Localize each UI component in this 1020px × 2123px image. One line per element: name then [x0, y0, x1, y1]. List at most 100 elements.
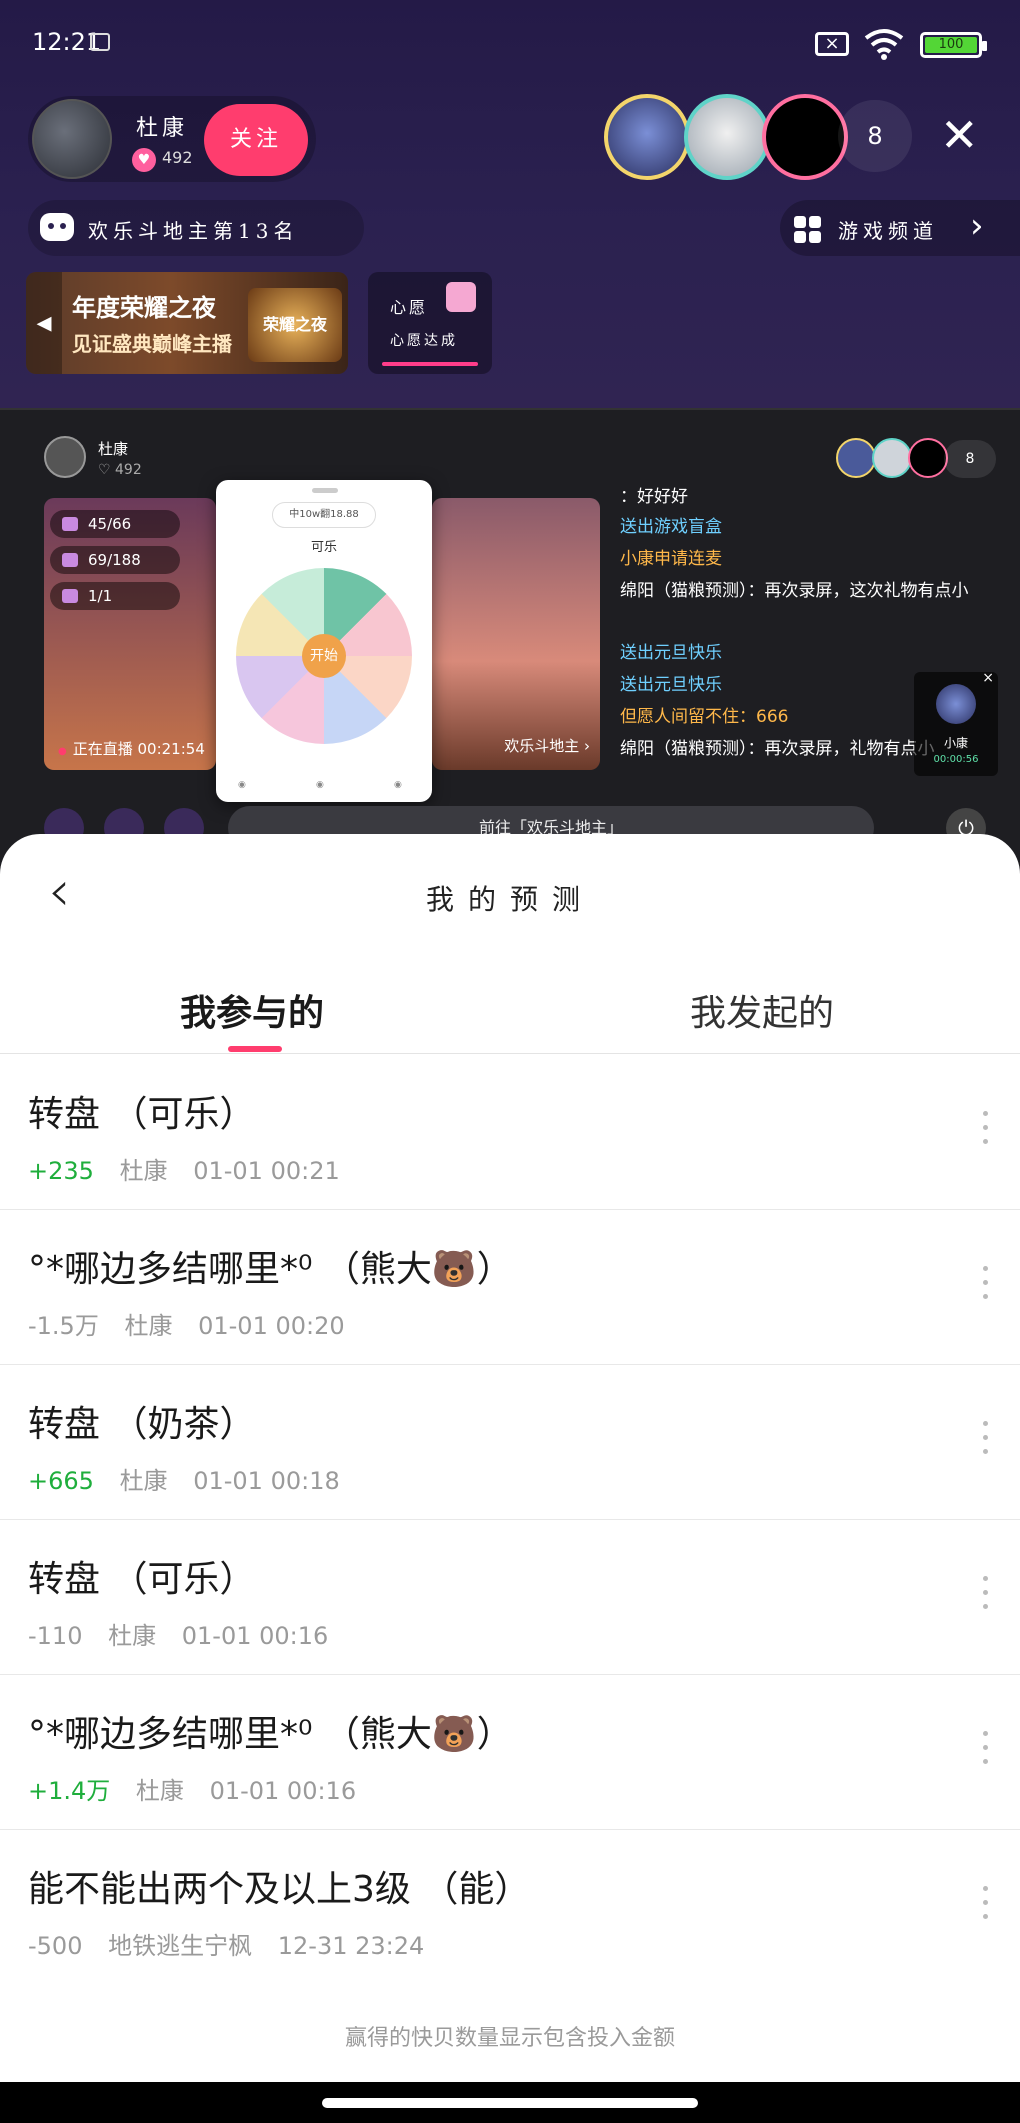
home-indicator-bar	[0, 2082, 1020, 2123]
prediction-amount: -1.5万	[28, 1312, 99, 1340]
tab-initiated[interactable]: 我发起的	[690, 984, 834, 1036]
chat-line: ：好好好	[620, 487, 688, 507]
prediction-user: 杜康	[119, 1157, 168, 1185]
prediction-item[interactable]: 能不能出两个及以上3级 （能） -500 地铁逃生宁枫 12-31 23:24	[0, 1830, 1020, 1985]
mini-cam-name: 小康	[943, 736, 968, 750]
rank-text: 欢乐斗地主第13名	[88, 219, 299, 243]
banner-title: 年度荣耀之夜	[72, 294, 216, 322]
viewer-avatar[interactable]	[762, 94, 848, 180]
prediction-meta: +1.4万 杜康 01-01 00:16	[28, 1771, 374, 1806]
event-banner[interactable]: ◂ 年度荣耀之夜 见证盛典巅峰主播 荣耀之夜	[26, 272, 348, 374]
prediction-time: 01-01 00:21	[193, 1157, 340, 1185]
sim-off-icon: ×	[815, 32, 849, 56]
wheel-popup: 中10w翻18.88 可乐 开始 ◉ ◉ ◉	[216, 480, 432, 802]
battery-level: 100	[925, 37, 977, 53]
wish-subtitle: 心愿达成	[390, 333, 458, 349]
wheel-start: 开始	[302, 634, 346, 678]
gamepad-icon	[40, 213, 74, 241]
close-icon[interactable]: ✕	[940, 112, 979, 158]
prediction-user: 杜康	[135, 1777, 184, 1805]
prediction-user: 杜康	[119, 1467, 168, 1495]
wish-widget[interactable]: 心愿 心愿达成	[368, 272, 492, 374]
viewer-count[interactable]: 8	[838, 100, 912, 172]
viewer-avatar[interactable]	[604, 94, 690, 180]
channel-text: 游戏频道	[838, 219, 938, 243]
prediction-title: 转盘 （可乐）	[28, 1094, 256, 1135]
stat-pill: 45/66	[50, 510, 180, 538]
prediction-item[interactable]: °*哪边多结哪里*⁰ （熊大🐻） -1.5万 杜康 01-01 00:20	[0, 1210, 1020, 1365]
prediction-meta: +235 杜康 01-01 00:21	[28, 1151, 358, 1186]
prediction-title: 能不能出两个及以上3级 （能）	[28, 1869, 531, 1910]
prediction-time: 12-31 23:24	[277, 1932, 425, 1960]
prediction-time: 01-01 00:20	[198, 1312, 345, 1340]
notification-icon	[90, 33, 110, 51]
prediction-meta: -110 杜康 01-01 00:16	[28, 1616, 346, 1651]
host-likes: 492	[162, 148, 193, 167]
chat-line: 小康申请连麦	[620, 549, 722, 569]
prediction-title: °*哪边多结哪里*⁰ （熊大🐻）	[28, 1714, 513, 1755]
rank-badge[interactable]: 欢乐斗地主第13名	[28, 200, 364, 256]
prediction-time: 01-01 00:16	[209, 1777, 357, 1805]
more-options-icon[interactable]	[976, 1731, 996, 1775]
wifi-icon	[864, 29, 904, 60]
tab-indicator	[228, 1046, 282, 1052]
prediction-title: °*哪边多结哪里*⁰ （熊大🐻）	[28, 1249, 513, 1290]
more-options-icon[interactable]	[976, 1111, 996, 1155]
host-avatar[interactable]	[32, 99, 112, 179]
gift-icon	[446, 282, 476, 312]
more-options-icon[interactable]	[976, 1886, 996, 1930]
prediction-item[interactable]: 转盘 （奶茶） +665 杜康 01-01 00:18	[0, 1365, 1020, 1520]
chat-line: 送出游戏盲盒	[620, 517, 722, 537]
prediction-amount: -110	[28, 1622, 83, 1650]
game-scene-left: 45/66 69/188 1/1 正在直播 00:21:54	[44, 498, 216, 770]
game-channel-button[interactable]: 游戏频道 ›	[780, 200, 1020, 256]
prediction-user: 杜康	[108, 1622, 157, 1650]
live-room-header: 12:21 × 100 杜康 ♥ 492 关注 8 ✕ 欢乐斗地主第13名 游戏…	[0, 0, 1020, 408]
viewer-avatar[interactable]	[684, 94, 770, 180]
mini-cam-time: 00:00:56	[933, 754, 979, 765]
more-options-icon[interactable]	[976, 1576, 996, 1620]
prediction-meta: +665 杜康 01-01 00:18	[28, 1461, 358, 1496]
stat-pill: 69/188	[50, 546, 180, 574]
prediction-time: 01-01 00:16	[181, 1622, 329, 1650]
prediction-amount: -500	[28, 1932, 83, 1960]
prediction-meta: -500 地铁逃生宁枫 12-31 23:24	[28, 1926, 442, 1961]
prediction-item[interactable]: 转盘 （可乐） +235 杜康 01-01 00:21	[0, 1055, 1020, 1210]
wheel-tab-icon: ◉	[394, 780, 402, 790]
tab-participated[interactable]: 我参与的	[180, 984, 324, 1036]
sheet-title: 我的预测	[425, 883, 594, 916]
wheel-prize: 中10w翻18.88	[272, 502, 376, 528]
more-options-icon[interactable]	[976, 1421, 996, 1465]
chevron-left-icon[interactable]: ◂	[26, 272, 62, 374]
stream-viewer-avatar	[872, 438, 912, 478]
prediction-amount: +1.4万	[28, 1777, 111, 1805]
prediction-item[interactable]: 转盘 （可乐） -110 杜康 01-01 00:16	[0, 1520, 1020, 1675]
mini-cam-avatar	[936, 684, 976, 724]
prediction-meta: -1.5万 杜康 01-01 00:20	[28, 1306, 363, 1341]
banner-subtitle: 见证盛典巅峰主播	[72, 332, 232, 356]
wish-progress	[382, 362, 478, 366]
prediction-time: 01-01 00:18	[193, 1467, 340, 1495]
close-icon: ×	[982, 670, 994, 686]
chat-line: 送出元旦快乐	[620, 643, 722, 663]
drag-handle	[312, 488, 338, 493]
game-scene-right: 欢乐斗地主 ›	[432, 498, 600, 770]
prediction-user: 杜康	[124, 1312, 173, 1340]
prediction-item[interactable]: °*哪边多结哪里*⁰ （熊大🐻） +1.4万 杜康 01-01 00:16	[0, 1675, 1020, 1830]
chat-line: 绵阳（猫粮预测）：再次录屏，这次礼物有点小	[620, 581, 969, 601]
wheel-tabs: ◉ ◉ ◉	[216, 772, 432, 796]
wheel-tab-icon: ◉	[316, 780, 324, 790]
stream-viewer-avatar	[836, 438, 876, 478]
follow-button[interactable]: 关注	[204, 104, 308, 176]
more-options-icon[interactable]	[976, 1266, 996, 1310]
tab-bar: 我参与的 我发起的	[0, 954, 1020, 1054]
heart-icon: ♥	[132, 148, 156, 172]
home-indicator[interactable]	[322, 2098, 698, 2108]
chevron-right-icon: ›	[970, 206, 984, 246]
game-label: 欢乐斗地主 ›	[504, 737, 590, 755]
battery-icon: 100	[920, 32, 987, 58]
prediction-amount: +235	[28, 1157, 94, 1185]
host-name: 杜康	[136, 116, 189, 141]
wish-title: 心愿	[390, 298, 429, 317]
prediction-amount: +665	[28, 1467, 94, 1495]
